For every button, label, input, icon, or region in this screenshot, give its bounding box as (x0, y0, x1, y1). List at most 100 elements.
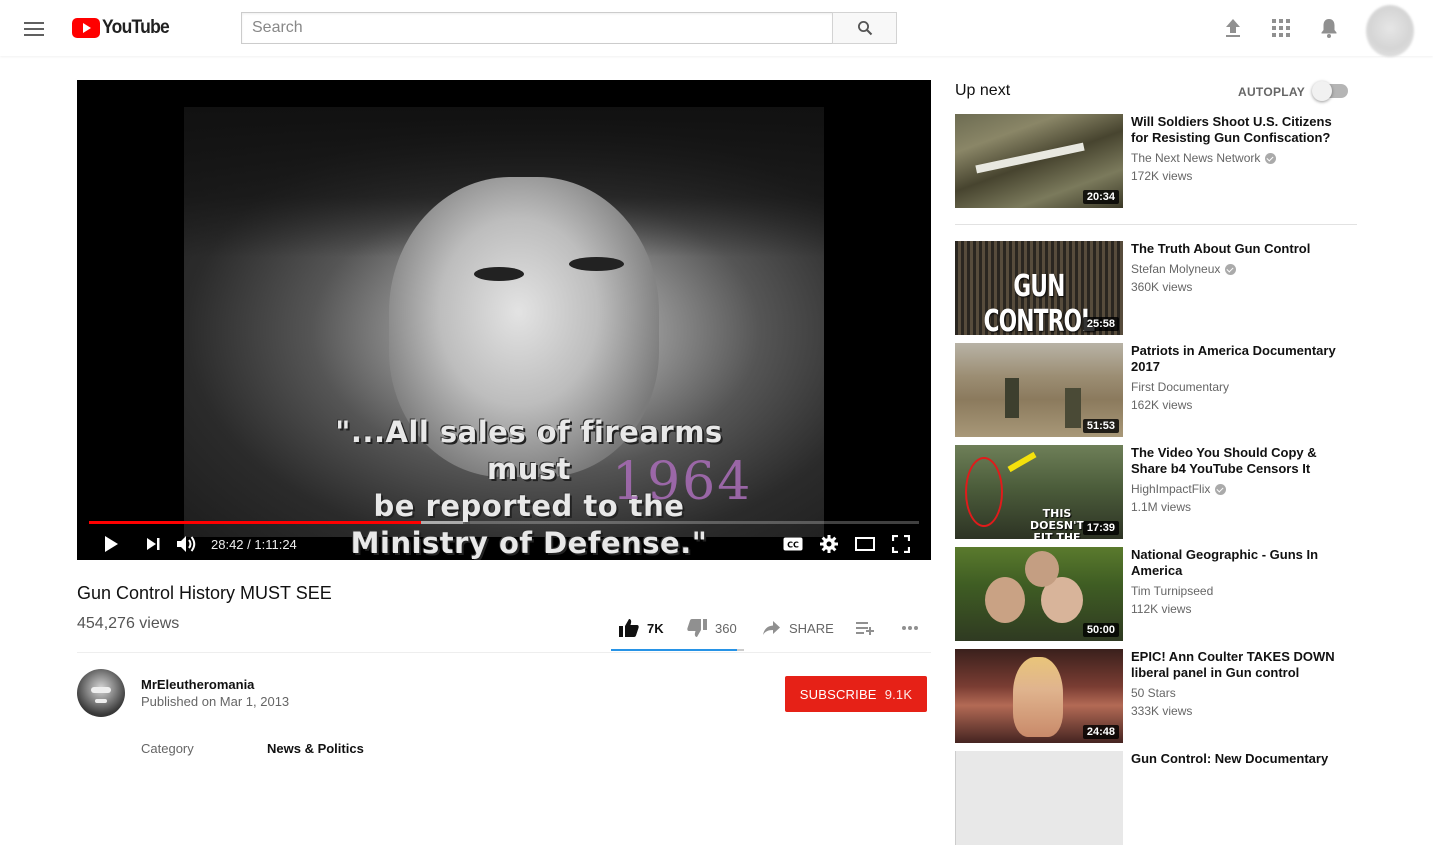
dislike-button[interactable]: 360 (687, 617, 737, 639)
video-thumbnail[interactable]: GUN CONTROL 25:58 (955, 241, 1123, 335)
video-thumbnail[interactable]: 24:48 (955, 649, 1123, 743)
sentiment-like-fill (611, 649, 738, 651)
video-title[interactable]: National Geographic - Guns In America (1131, 547, 1346, 579)
search-icon (857, 21, 872, 36)
recommended-video[interactable]: Gun Control: New Documentary (955, 751, 1357, 845)
video-title[interactable]: Patriots in America Documentary 2017 (1131, 343, 1346, 375)
video-duration: 50:00 (1082, 623, 1119, 637)
sentiment-bar (611, 649, 744, 651)
search-button[interactable] (832, 12, 897, 44)
thumbnail-text: GUN CONTROL (983, 269, 1095, 335)
logo-text: YouTube (102, 17, 170, 38)
video-title[interactable]: The Video You Should Copy & Share b4 You… (1131, 445, 1346, 477)
category-label: Category (141, 741, 194, 756)
account-avatar[interactable] (1366, 5, 1414, 57)
up-next-video[interactable]: 20:34 Will Soldiers Shoot U.S. Citizens … (955, 114, 1357, 208)
next-video-icon[interactable] (141, 532, 165, 556)
youtube-play-icon (72, 18, 100, 38)
video-views: 1.1M views (1131, 500, 1192, 514)
menu-icon[interactable] (24, 18, 48, 38)
up-next-heading: Up next (955, 82, 1011, 99)
category-value[interactable]: News & Politics (267, 741, 364, 756)
video-duration: 17:39 (1082, 521, 1119, 535)
video-views: 112K views (1131, 602, 1192, 616)
video-duration: 25:58 (1082, 317, 1119, 331)
like-button[interactable]: 7K (619, 617, 664, 639)
channel-avatar[interactable] (77, 669, 125, 717)
video-player[interactable]: "...All sales of firearms must be report… (77, 80, 931, 560)
video-channel[interactable]: Tim Turnipseed (1131, 584, 1213, 598)
video-views: 333K views (1131, 704, 1193, 718)
subscriber-count: 9.1K (884, 686, 913, 702)
share-label: SHARE (789, 620, 834, 636)
verified-icon (1225, 263, 1237, 275)
recommended-video[interactable]: GUN CONTROL 25:58 The Truth About Gun Co… (955, 241, 1357, 335)
video-duration: 24:48 (1082, 725, 1119, 739)
video-thumbnail[interactable] (955, 751, 1123, 845)
video-duration: 20:34 (1082, 190, 1119, 204)
theater-mode-icon[interactable] (853, 532, 877, 556)
channel-name[interactable]: MrEleutheromania (141, 677, 254, 692)
apps-grid-icon[interactable] (1269, 16, 1293, 40)
dislike-count: 360 (715, 620, 737, 636)
closed-captions-icon[interactable]: CC (781, 532, 805, 556)
video-channel[interactable]: The Next News Network (1131, 151, 1277, 165)
video-thumbnail[interactable]: 51:53 (955, 343, 1123, 437)
add-to-playlist-button[interactable] (856, 617, 874, 639)
progress-played (89, 521, 421, 524)
notifications-bell-icon[interactable] (1317, 16, 1341, 40)
verified-icon (1265, 152, 1277, 164)
subscribe-label: SUBSCRIBE (799, 686, 877, 702)
video-thumbnail[interactable]: 20:34 (955, 114, 1123, 208)
more-actions-button[interactable] (901, 617, 919, 639)
recommended-video[interactable]: 50:00 National Geographic - Guns In Amer… (955, 547, 1357, 641)
svg-text:CC: CC (787, 541, 799, 550)
recommended-video[interactable]: THIS DOESN'T FIT THE NARR 17:39 The Vide… (955, 445, 1357, 539)
player-controls: 28:42 / 1:11:24 CC (77, 528, 931, 560)
autoplay-label: AUTOPLAY (1238, 85, 1306, 99)
video-duration: 51:53 (1082, 419, 1119, 433)
video-views: 172K views (1131, 169, 1193, 183)
time-display: 28:42 / 1:11:24 (211, 537, 297, 552)
upload-icon[interactable] (1221, 16, 1245, 40)
video-frame: "...All sales of firearms must be report… (184, 107, 824, 560)
search-input[interactable]: Search (241, 12, 833, 44)
settings-gear-icon[interactable] (817, 532, 841, 556)
video-channel[interactable]: Stefan Molyneux (1131, 262, 1237, 276)
video-thumbnail[interactable]: 50:00 (955, 547, 1123, 641)
volume-icon[interactable] (175, 532, 199, 556)
video-title[interactable]: EPIC! Ann Coulter TAKES DOWN liberal pan… (1131, 649, 1346, 681)
add-to-playlist-icon (856, 622, 874, 635)
video-views: 360K views (1131, 280, 1193, 294)
share-button[interactable]: SHARE (763, 617, 834, 639)
video-channel[interactable]: 50 Stars (1131, 686, 1176, 700)
autoplay-toggle[interactable] (1312, 81, 1348, 101)
fullscreen-icon[interactable] (889, 532, 913, 556)
like-count: 7K (647, 620, 664, 636)
top-bar: YouTube Search (0, 0, 1433, 57)
more-horizontal-icon (902, 626, 918, 630)
thumbs-up-icon (619, 619, 639, 637)
video-title[interactable]: Will Soldiers Shoot U.S. Citizens for Re… (1131, 114, 1346, 146)
video-views: 162K views (1131, 398, 1193, 412)
video-thumbnail[interactable]: THIS DOESN'T FIT THE NARR 17:39 (955, 445, 1123, 539)
share-icon (763, 621, 780, 635)
youtube-logo[interactable]: YouTube (72, 17, 175, 39)
search-placeholder: Search (252, 19, 303, 36)
year-overlay: 1964 (612, 452, 753, 512)
play-icon[interactable] (99, 532, 123, 556)
thumbs-down-icon (687, 619, 707, 637)
recommended-video[interactable]: 51:53 Patriots in America Documentary 20… (955, 343, 1357, 437)
divider (955, 224, 1357, 225)
video-title: Gun Control History MUST SEE (77, 583, 332, 603)
progress-bar[interactable] (89, 521, 919, 524)
video-channel[interactable]: First Documentary (1131, 380, 1229, 394)
subscribe-button[interactable]: SUBSCRIBE 9.1K (785, 676, 927, 712)
publish-date: Published on Mar 1, 2013 (141, 694, 290, 709)
recommended-video[interactable]: 24:48 EPIC! Ann Coulter TAKES DOWN liber… (955, 649, 1357, 743)
view-count: 454,276 views (77, 615, 180, 632)
divider (77, 652, 931, 653)
video-title[interactable]: The Truth About Gun Control (1131, 241, 1346, 257)
verified-icon (1215, 483, 1227, 495)
video-channel[interactable]: HighImpactFlix (1131, 482, 1227, 496)
